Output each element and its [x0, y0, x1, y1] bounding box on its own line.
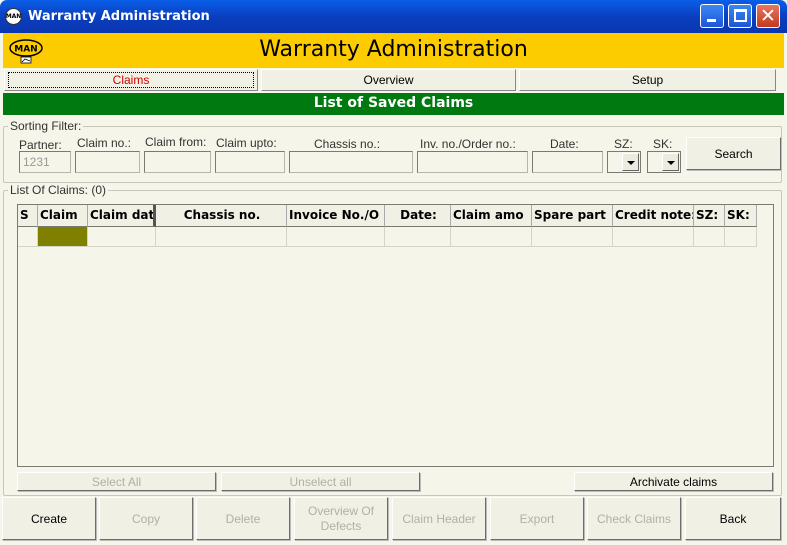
- date-label: Date:: [550, 137, 579, 151]
- create-button[interactable]: Create: [2, 497, 96, 540]
- sk-select[interactable]: [647, 151, 681, 173]
- column-header[interactable]: Chassis no.: [156, 205, 287, 227]
- check-claims-button[interactable]: Check Claims: [587, 497, 681, 540]
- chassis-label: Chassis no.:: [314, 137, 381, 151]
- maximize-icon: [734, 9, 747, 22]
- inv-order-label: Inv. no./Order no.:: [420, 137, 516, 151]
- claim-no-field[interactable]: [75, 151, 140, 173]
- close-icon: ✕: [760, 5, 776, 27]
- column-header[interactable]: SK:: [725, 205, 757, 227]
- column-header[interactable]: Invoice No./O: [287, 205, 385, 227]
- claim-from-field[interactable]: [144, 151, 211, 173]
- column-header[interactable]: Spare part: [532, 205, 613, 227]
- list-of-claims-legend: List Of Claims: (0): [8, 183, 109, 197]
- back-button[interactable]: Back: [685, 497, 781, 540]
- claim-header-button[interactable]: Claim Header: [392, 497, 486, 540]
- section-banner: List of Saved Claims: [3, 93, 784, 115]
- minimize-button[interactable]: [700, 4, 724, 28]
- focus-outline: [8, 72, 254, 88]
- table-cell[interactable]: [451, 227, 532, 247]
- man-logo-icon: MAN: [5, 8, 22, 25]
- column-header[interactable]: Date:: [385, 205, 451, 227]
- tab-overview[interactable]: Overview: [261, 69, 516, 91]
- chevron-down-icon: [662, 153, 679, 171]
- table-cell[interactable]: [694, 227, 725, 247]
- table-cell[interactable]: [287, 227, 385, 247]
- page-title: Warranty Administration: [259, 37, 528, 62]
- search-button[interactable]: Search: [686, 137, 781, 170]
- export-button[interactable]: Export: [490, 497, 584, 540]
- claim-upto-field[interactable]: [215, 151, 285, 173]
- sz-select[interactable]: [607, 151, 641, 173]
- sorting-filter-legend: Sorting Filter:: [8, 119, 84, 133]
- close-button[interactable]: ✕: [756, 4, 780, 28]
- delete-button[interactable]: Delete: [196, 497, 290, 540]
- column-header[interactable]: Claim: [38, 205, 88, 227]
- column-header[interactable]: Claim amo: [451, 205, 532, 227]
- claim-upto-label: Claim upto:: [216, 136, 277, 150]
- tab-claims[interactable]: Claims: [4, 69, 258, 91]
- app-header: MAN Warranty Administration: [3, 33, 784, 68]
- claim-no-label: Claim no.:: [77, 136, 132, 150]
- overview-of-defects-button[interactable]: Overview Of Defects: [294, 497, 388, 540]
- window-title-bar[interactable]: MAN Warranty Administration ✕: [0, 0, 787, 33]
- partner-field: [19, 151, 71, 173]
- window-title: Warranty Administration: [28, 9, 210, 24]
- date-field[interactable]: [532, 151, 603, 173]
- copy-button[interactable]: Copy: [99, 497, 193, 540]
- unselect-all-button[interactable]: Unselect all: [221, 472, 420, 491]
- claim-from-label: Claim from:: [145, 135, 207, 149]
- inv-order-field[interactable]: [417, 151, 528, 173]
- chevron-down-icon: [622, 153, 639, 171]
- table-cell[interactable]: [88, 227, 156, 247]
- partner-label: Partner:: [19, 138, 62, 152]
- table-cell[interactable]: [532, 227, 613, 247]
- table-cell[interactable]: [18, 227, 38, 247]
- chassis-field[interactable]: [289, 151, 413, 173]
- claims-table[interactable]: S Claim Claim dat Chassis no. Invoice No…: [17, 204, 774, 467]
- maximize-button[interactable]: [728, 4, 752, 28]
- column-header[interactable]: Credit note:: [613, 205, 694, 227]
- archivate-claims-button[interactable]: Archivate claims: [574, 472, 773, 491]
- minimize-icon: [707, 19, 716, 22]
- sk-label: SK:: [653, 137, 673, 151]
- select-all-button[interactable]: Select All: [17, 472, 216, 491]
- table-cell[interactable]: [156, 227, 287, 247]
- table-cell[interactable]: [385, 227, 451, 247]
- tab-overview-label: Overview: [363, 73, 414, 87]
- table-cell[interactable]: [38, 227, 88, 247]
- column-header[interactable]: S: [18, 205, 38, 227]
- tab-setup[interactable]: Setup: [519, 69, 776, 91]
- tab-setup-label: Setup: [631, 73, 664, 87]
- table-cell[interactable]: [725, 227, 757, 247]
- column-header[interactable]: SZ:: [694, 205, 725, 227]
- column-header[interactable]: Claim dat: [88, 205, 156, 227]
- sz-label: SZ:: [614, 137, 633, 151]
- table-cell[interactable]: [613, 227, 694, 247]
